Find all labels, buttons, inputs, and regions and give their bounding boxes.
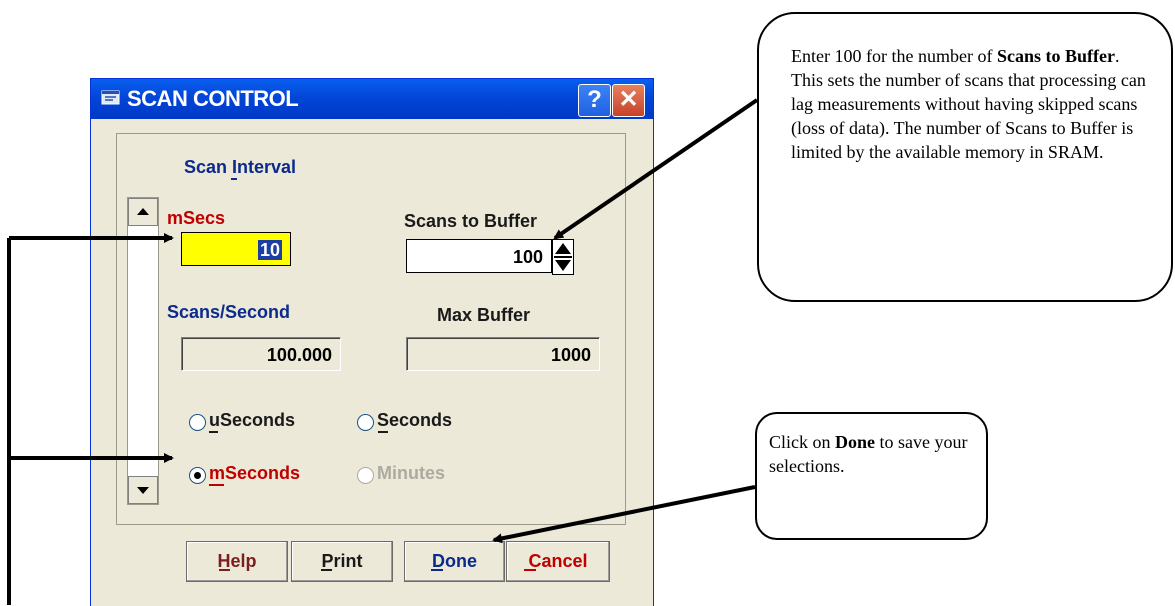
annotation-arrows	[7, 98, 759, 605]
arrow-to-buffer-spinner	[553, 98, 759, 240]
arrow-to-done-button	[492, 485, 756, 544]
